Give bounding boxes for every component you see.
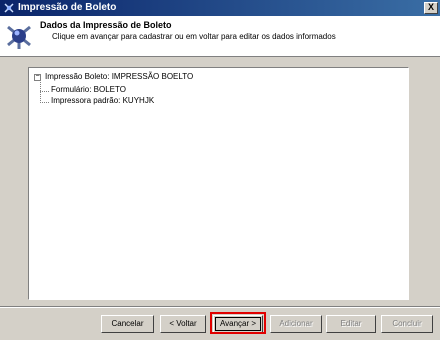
edit-button[interactable]: Editar (326, 315, 376, 333)
tree-connector-line (40, 102, 49, 103)
collapse-icon[interactable]: − (34, 73, 41, 81)
tree-connector-line (40, 91, 49, 92)
tree-item-impressora[interactable]: Impressora padrão: KUYHJK (51, 96, 154, 105)
tree-root-label: Impressão Boleto: IMPRESSÃO BOELTO (45, 72, 194, 81)
window-title: Impressão de Boleto (18, 2, 117, 13)
back-button[interactable]: < Voltar (160, 315, 206, 333)
header-title: Dados da Impressão de Boleto (40, 20, 172, 30)
summary-tree-panel: − Impressão Boleto: IMPRESSÃO BOELTO For… (28, 67, 409, 300)
header-subtitle: Clique em avançar para cadastrar ou em v… (52, 32, 336, 41)
wizard-gear-icon (7, 25, 31, 49)
finish-button[interactable]: Concluir (381, 315, 433, 333)
tree-item-formulario[interactable]: Formulário: BOLETO (51, 85, 126, 94)
tree-connector-line (40, 82, 41, 103)
cancel-button[interactable]: Cancelar (101, 315, 154, 333)
add-button[interactable]: Adicionar (270, 315, 322, 333)
footer-separator (0, 306, 440, 308)
next-button-highlight (210, 312, 266, 334)
tree-root-item[interactable]: − Impressão Boleto: IMPRESSÃO BOELTO (34, 72, 194, 81)
wizard-header: Dados da Impressão de Boleto Clique em a… (0, 16, 440, 57)
title-bar: Impressão de Boleto X (0, 0, 440, 16)
app-icon (4, 3, 14, 13)
close-button[interactable]: X (424, 2, 438, 14)
